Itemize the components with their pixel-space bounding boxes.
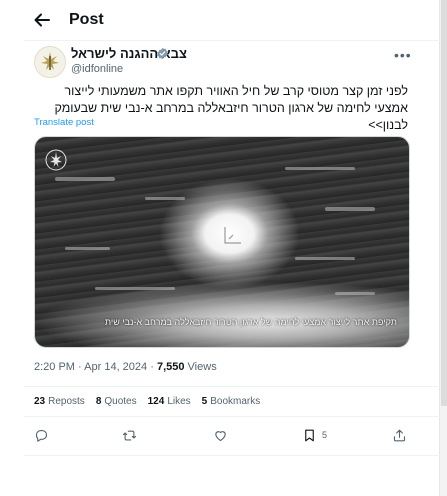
likes-label: Likes [167,396,191,407]
engagement-stats: 23 Reposts 8 Quotes 124 Likes 5 Bookmarks [34,396,260,407]
quotes-count: 8 [95,396,102,407]
views-count: 7,550 [156,361,185,373]
terrain-streak [145,197,185,200]
terrain-streak [285,167,355,170]
views-label: Views [187,361,217,373]
likes-stat[interactable]: 124 Likes [148,396,191,407]
quotes-label: Quotes [104,396,137,407]
terrain-streak [95,287,175,290]
heart-icon[interactable] [213,426,228,444]
verified-badge-icon [156,47,169,60]
tweet-media[interactable]: תקיפת אתר לייצור אמצעי לחימה של ארגון הט… [34,136,410,348]
reposts-label: Reposts [48,396,85,407]
idf-watermark-icon [45,149,67,171]
post-date[interactable]: Apr 14, 2024 [84,361,147,373]
translate-link[interactable]: Translate post [34,117,94,128]
meta-separator: · [150,361,154,373]
media-caption: תקיפת אתר לייצור אמצעי לחימה של ארגון הט… [104,317,397,327]
back-arrow-icon[interactable] [32,10,52,30]
idf-emblem-icon [35,47,65,77]
likes-count: 124 [147,396,165,407]
bookmark-icon[interactable]: 5 [302,426,327,444]
post-header: Post [24,0,440,40]
post-time[interactable]: 2:20 PM [34,361,75,373]
avatar[interactable] [34,46,66,78]
more-options-icon[interactable]: ••• [394,47,412,63]
terrain-streak [335,292,375,295]
action-bar: 5 [34,426,408,444]
author-handle[interactable]: @idfonline [71,63,123,75]
share-icon[interactable] [392,426,407,444]
page-title: Post [69,11,104,28]
bookmark-count: 5 [322,430,328,440]
author-name[interactable]: צבא ההגנה לישראל [71,46,187,61]
reposts-count: 23 [34,396,46,407]
divider [24,40,440,41]
repost-icon[interactable] [122,426,137,444]
divider [24,386,440,387]
terrain-streak [325,207,375,211]
terrain-streak [55,177,115,181]
bookmarks-stat[interactable]: 5 Bookmarks [202,396,261,407]
reposts-stat[interactable]: 23 Reposts [34,396,85,407]
divider [24,455,440,456]
terrain-streak [295,257,355,260]
quotes-stat[interactable]: 8 Quotes [96,396,137,407]
meta-separator: · [78,361,82,373]
divider [24,416,440,417]
bookmarks-count: 5 [201,396,208,407]
scrollbar[interactable] [439,0,447,496]
post-meta: 2:20 PM · Apr 14, 2024 · 7,550 Views [34,361,217,373]
terrain-streak [65,247,110,250]
bookmarks-label: Bookmarks [210,396,261,407]
reply-icon[interactable] [34,426,49,444]
scrollbar-thumb[interactable] [441,0,447,406]
targeting-crosshair-icon [219,223,247,247]
